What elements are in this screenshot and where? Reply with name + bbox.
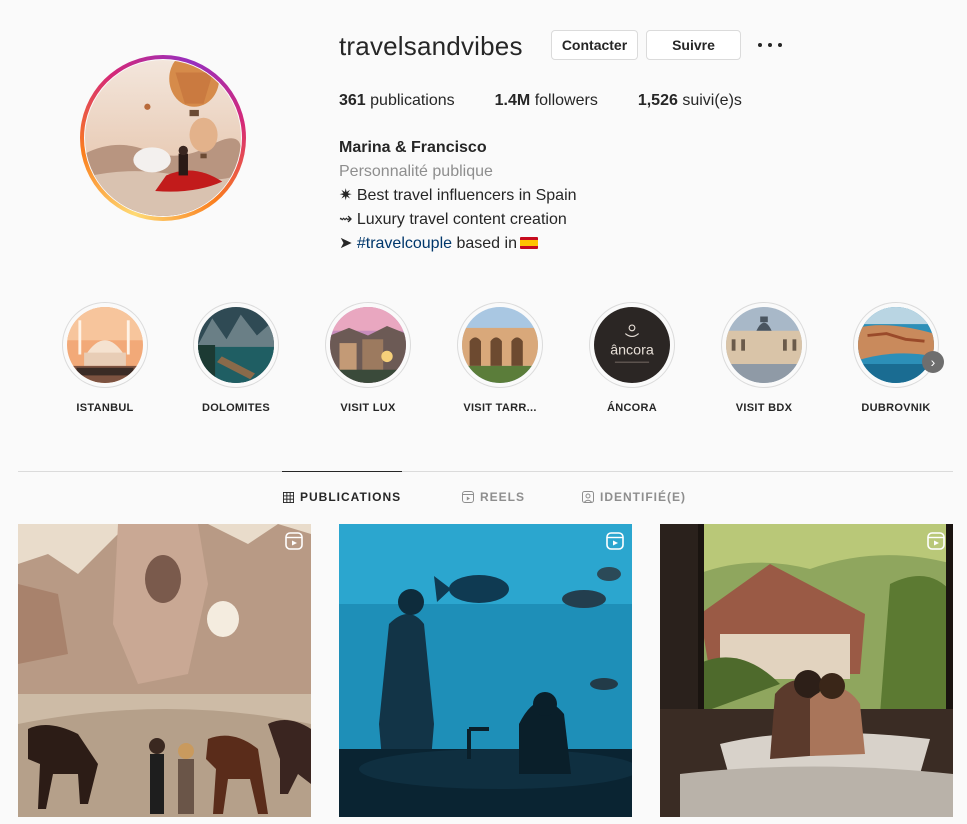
contact-button[interactable]: Contacter <box>551 30 638 60</box>
highlight-ring <box>721 302 807 388</box>
highlight-label: VISIT TARR... <box>463 402 537 414</box>
bio-line: ⇝ Luxury travel content creation <box>339 211 567 228</box>
highlight-cover <box>330 307 406 383</box>
hashtag-link[interactable]: #travelcouple <box>357 235 452 252</box>
followers-stat[interactable]: 1.4M followers <box>495 92 598 110</box>
more-options-icon[interactable] <box>758 38 782 52</box>
highlight-dolomites[interactable]: DOLOMITES <box>176 302 296 414</box>
story-highlights: ISTANBUL DOLOMITES VISIT LUX VISIT TARR.… <box>59 302 939 422</box>
highlights-next-icon[interactable]: › <box>922 351 944 373</box>
highlight-label: VISIT LUX <box>340 402 396 414</box>
post-thumbnail[interactable] <box>660 524 953 817</box>
post-image <box>18 524 311 817</box>
highlight-cover <box>726 307 802 383</box>
posts-stat: 361 publications <box>339 92 455 110</box>
posts-count: 361 <box>339 92 366 109</box>
highlight-ring <box>62 302 148 388</box>
profile-stats: 361 publications 1.4M followers 1,526 su… <box>339 92 782 110</box>
highlight-visit-bdx[interactable]: VISIT BDX <box>704 302 824 414</box>
highlight-cover <box>67 307 143 383</box>
post-thumbnail[interactable] <box>339 524 632 817</box>
profile-full-name: Marina & Francisco <box>339 139 487 156</box>
highlight-label: ÁNCORA <box>606 402 658 414</box>
bio-line: ✷ Best travel influencers in Spain <box>339 187 577 204</box>
followers-label: followers <box>534 92 598 109</box>
profile-avatar-ring[interactable] <box>80 55 246 221</box>
profile-bio: Marina & Francisco Personnalité publique… <box>339 136 577 256</box>
followers-count: 1.4M <box>494 92 531 109</box>
reel-icon <box>606 532 624 550</box>
highlight-label: DOLOMITES <box>201 402 271 414</box>
highlight-cover <box>462 307 538 383</box>
highlight-ring <box>325 302 411 388</box>
tab-label: PUBLICATIONS <box>300 490 402 504</box>
highlight-istanbul[interactable]: ISTANBUL <box>45 302 165 414</box>
reel-icon <box>927 532 945 550</box>
following-count: 1,526 <box>637 92 678 109</box>
active-tab-indicator <box>282 471 402 472</box>
highlight-label: VISIT BDX <box>735 402 793 414</box>
highlight-ring: âncora <box>589 302 675 388</box>
tab-tagged[interactable]: IDENTIFIÉ(E) <box>582 490 686 504</box>
highlight-visit-tarr[interactable]: VISIT TARR... <box>440 302 560 414</box>
tabs-divider <box>18 471 953 472</box>
highlight-cover <box>198 307 274 383</box>
spain-flag-icon <box>519 237 538 249</box>
post-thumbnail[interactable] <box>18 524 311 817</box>
tab-publications[interactable]: PUBLICATIONS <box>283 490 401 504</box>
tab-reels[interactable]: REELS <box>462 490 525 504</box>
highlight-ring <box>853 302 939 388</box>
profile-category: Personnalité publique <box>339 163 493 180</box>
reel-icon <box>285 532 303 550</box>
highlight-cover <box>858 307 934 383</box>
highlight-ring <box>457 302 543 388</box>
ancora-logo-text: âncora <box>610 343 654 359</box>
tab-label: REELS <box>480 490 526 504</box>
avatar <box>85 60 241 216</box>
highlight-label: DUBROVNIK <box>861 402 931 414</box>
post-image <box>660 524 953 817</box>
following-label: suivi(e)s <box>682 92 742 109</box>
highlight-cover: âncora <box>594 307 670 383</box>
profile-username: travelsandvibes <box>339 31 523 61</box>
highlight-ancora[interactable]: âncora ÁNCORA <box>572 302 692 414</box>
reels-icon <box>462 491 474 503</box>
grid-icon <box>283 491 294 503</box>
bio-arrow-text: ➤ <box>339 235 357 252</box>
bio-line: ➤ #travelcouple based in <box>339 232 577 256</box>
bio-text: based in <box>452 235 517 252</box>
profile-tabs: PUBLICATIONS REELS IDENTIFIÉ(E) <box>0 490 967 506</box>
posts-label: publications <box>370 92 455 109</box>
highlight-visit-lux[interactable]: VISIT LUX <box>308 302 428 414</box>
highlight-ring <box>193 302 279 388</box>
post-image <box>339 524 632 817</box>
tab-label: IDENTIFIÉ(E) <box>600 490 686 504</box>
following-stat[interactable]: 1,526 suivi(e)s <box>638 92 742 110</box>
tagged-icon <box>582 491 594 503</box>
follow-button[interactable]: Suivre <box>646 30 741 60</box>
highlight-label: ISTANBUL <box>76 402 134 414</box>
